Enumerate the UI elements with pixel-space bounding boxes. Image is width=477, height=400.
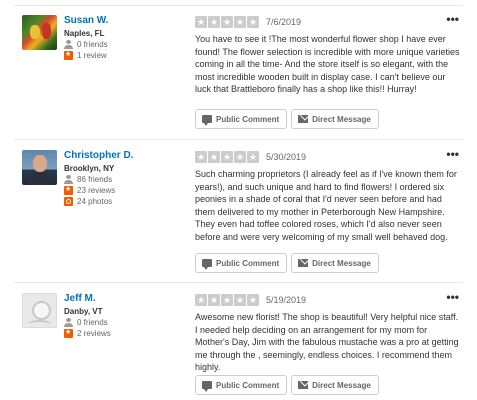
envelope-icon xyxy=(298,259,309,267)
review-item: Susan W. Naples, FL 0 friends 1 review ★… xyxy=(0,13,477,135)
star-icon: ★ xyxy=(247,293,259,306)
speech-bubble-icon xyxy=(202,381,212,392)
friends-icon xyxy=(64,318,73,327)
star-rating: ★ ★ ★ ★ ★ xyxy=(195,150,260,163)
rating-row: ★ ★ ★ ★ ★ 7/6/2019 ••• xyxy=(195,13,463,28)
star-icon: ★ xyxy=(195,293,207,306)
user-photo-count: 24 photos xyxy=(64,196,194,207)
star-icon: ★ xyxy=(247,15,259,28)
user-review-count: 2 reviews xyxy=(64,328,194,339)
star-icon: ★ xyxy=(234,15,246,28)
review-date: 5/19/2019 xyxy=(266,294,307,305)
review-actions: Public Comment Direct Message xyxy=(195,375,383,395)
review-content: ★ ★ ★ ★ ★ 7/6/2019 ••• You have to see it !T… xyxy=(195,13,463,129)
star-rating: ★ ★ ★ ★ ★ xyxy=(195,15,260,28)
star-icon: ★ xyxy=(234,150,246,163)
review-text: You have to see it !The most wonderful f… xyxy=(195,34,460,94)
star-icon: ★ xyxy=(221,15,233,28)
public-comment-button[interactable]: Public Comment xyxy=(195,253,288,273)
user-name-link[interactable]: Jeff M. xyxy=(64,293,194,305)
direct-message-button[interactable]: Direct Message xyxy=(291,109,379,129)
avatar[interactable] xyxy=(22,150,57,185)
star-rating: ★ ★ ★ ★ ★ xyxy=(195,293,260,306)
review-star-icon xyxy=(64,185,73,195)
user-location: Danby, VT xyxy=(64,307,103,316)
review-content: ★ ★ ★ ★ ★ 5/19/2019 ••• Awesome new florist!… xyxy=(195,291,463,395)
camera-icon xyxy=(64,197,73,206)
friends-icon xyxy=(64,175,73,184)
star-icon: ★ xyxy=(221,293,233,306)
default-avatar-icon[interactable] xyxy=(22,293,57,328)
star-icon: ★ xyxy=(195,150,207,163)
star-icon: ★ xyxy=(195,15,207,28)
user-friends-count: 0 friends xyxy=(64,317,194,328)
direct-message-button[interactable]: Direct Message xyxy=(291,375,379,395)
review-text: Such charming proprietors (I already fee… xyxy=(195,169,457,242)
public-comment-button[interactable]: Public Comment xyxy=(195,375,288,395)
star-icon: ★ xyxy=(208,150,220,163)
star-icon: ★ xyxy=(208,293,220,306)
review-actions: Public Comment Direct Message xyxy=(195,253,383,273)
user-name-link[interactable]: Susan W. xyxy=(64,15,194,27)
more-options-icon[interactable]: ••• xyxy=(446,13,459,25)
rating-row: ★ ★ ★ ★ ★ 5/19/2019 ••• xyxy=(195,291,463,306)
user-location: Brooklyn, NY xyxy=(64,164,115,173)
user-name-link[interactable]: Christopher D. xyxy=(64,150,194,162)
more-options-icon[interactable]: ••• xyxy=(446,148,459,160)
public-comment-button[interactable]: Public Comment xyxy=(195,109,288,129)
speech-bubble-icon xyxy=(202,259,212,270)
rating-row: ★ ★ ★ ★ ★ 5/30/2019 ••• xyxy=(195,148,463,163)
review-date: 7/6/2019 xyxy=(266,16,302,27)
user-review-count: 23 reviews xyxy=(64,185,194,196)
direct-message-button[interactable]: Direct Message xyxy=(291,253,379,273)
star-icon: ★ xyxy=(247,150,259,163)
envelope-icon xyxy=(298,381,309,389)
avatar[interactable] xyxy=(22,15,57,50)
review-actions: Public Comment Direct Message xyxy=(195,109,383,129)
star-icon: ★ xyxy=(221,150,233,163)
speech-bubble-icon xyxy=(202,115,212,126)
review-star-icon xyxy=(64,328,73,338)
review-item: Christopher D. Brooklyn, NY 86 friends 2… xyxy=(0,148,477,275)
user-location: Naples, FL xyxy=(64,29,105,38)
top-divider xyxy=(14,5,463,6)
review-star-icon xyxy=(64,50,73,60)
star-icon: ★ xyxy=(208,15,220,28)
user-friends-count: 86 friends xyxy=(64,174,194,185)
review-date: 5/30/2019 xyxy=(266,151,307,162)
review-divider xyxy=(14,282,463,283)
star-icon: ★ xyxy=(234,293,246,306)
review-text: Awesome new florist! The shop is beautif… xyxy=(195,312,459,372)
review-divider xyxy=(14,139,463,140)
friends-icon xyxy=(64,40,73,49)
review-content: ★ ★ ★ ★ ★ 5/30/2019 ••• Such charming propri… xyxy=(195,148,463,273)
envelope-icon xyxy=(298,115,309,123)
more-options-icon[interactable]: ••• xyxy=(446,291,459,303)
user-friends-count: 0 friends xyxy=(64,39,194,50)
user-review-count: 1 review xyxy=(64,50,194,61)
review-item: Jeff M. Danby, VT 0 friends 2 reviews ★★… xyxy=(0,291,477,398)
